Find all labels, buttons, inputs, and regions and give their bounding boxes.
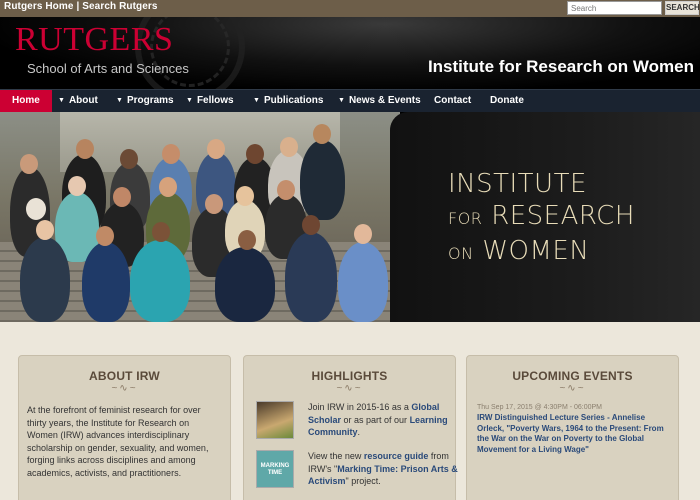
nav-programs[interactable]: ▼ Programs (116, 90, 174, 112)
utility-links: Rutgers Home | Search Rutgers (4, 1, 158, 12)
search-input[interactable] (567, 1, 662, 15)
events-box: UPCOMING EVENTS ~∿~ Thu Sep 17, 2015 @ 4… (466, 355, 679, 500)
nav-label: About (68, 95, 98, 106)
hero-line-2: for Research (448, 201, 635, 231)
highlights-heading: HIGHLIGHTS (311, 369, 388, 383)
nav-donate[interactable]: Donate (490, 90, 524, 112)
ornament-divider: ~∿~ (336, 383, 363, 394)
events-heading: UPCOMING EVENTS (512, 369, 633, 383)
resource-guide-link[interactable]: resource guide (364, 451, 429, 461)
nav-label: Donate (490, 95, 524, 106)
search-rutgers-link[interactable]: Search Rutgers (82, 1, 157, 12)
about-heading: ABOUT IRW (89, 369, 160, 383)
hero-banner: Institute for Research on Women (0, 112, 700, 322)
nav-publications[interactable]: ▼ Publications (253, 90, 323, 112)
nav-fellows[interactable]: ▼ Fellows (186, 90, 234, 112)
caret-down-icon: ▼ (338, 97, 345, 104)
dog (26, 198, 46, 220)
nav-about[interactable]: ▼ About (58, 90, 98, 112)
nav-label: Home (12, 95, 40, 106)
caret-down-icon: ▼ (116, 97, 123, 104)
institute-title[interactable]: Institute for Research on Women (428, 57, 694, 77)
nav-contact[interactable]: Contact (434, 90, 471, 112)
hero-line-1: Institute (448, 169, 587, 199)
about-box: ABOUT IRW ~∿~ At the forefront of femini… (18, 355, 231, 500)
group-photo (0, 112, 400, 322)
highlight-text: Join IRW in 2015-16 as a Global Scholar … (308, 402, 448, 437)
hero-title: Institute for Research on Women (448, 168, 678, 270)
hero-line-3: on Women (448, 236, 590, 266)
event-date: Thu Sep 17, 2015 @ 4:30PM - 06:00PM (477, 404, 603, 411)
thumbnail-label: MARKING TIME (260, 463, 290, 476)
ornament-divider: ~∿~ (111, 383, 138, 394)
search-button[interactable]: SEARCH (665, 1, 700, 15)
nav-home[interactable]: Home (0, 90, 52, 112)
utility-bar: Rutgers Home | Search Rutgers SEARCH (0, 0, 700, 17)
nav-label: News & Events (348, 95, 421, 106)
school-name[interactable]: School of Arts and Sciences (27, 61, 189, 76)
caret-down-icon: ▼ (186, 97, 193, 104)
caret-down-icon: ▼ (58, 97, 65, 104)
nav-label: Fellows (196, 95, 234, 106)
nav-label: Publications (263, 95, 324, 106)
event-title-link[interactable]: IRW Distinguished Lecture Series - Annel… (467, 411, 678, 455)
nav-label: Contact (434, 95, 472, 106)
about-text: At the forefront of feminist research fo… (27, 405, 209, 478)
ornament-divider: ~∿~ (559, 383, 586, 394)
utility-separator: | (76, 1, 80, 12)
main-nav: Home ▼ About ▼ Programs ▼ Fellows ▼ Publicat… (0, 89, 700, 112)
highlight-thumbnail[interactable] (256, 401, 294, 439)
marking-time-thumbnail[interactable]: MARKING TIME (256, 450, 294, 488)
highlight-text: View the new resource guide from IRW's "… (308, 451, 458, 486)
rutgers-home-link[interactable]: Rutgers Home (4, 1, 74, 12)
rutgers-logo[interactable]: RUTGERS (15, 23, 173, 57)
nav-news-events[interactable]: ▼ News & Events (338, 90, 421, 112)
site-header: RUTGERS School of Arts and Sciences Inst… (0, 17, 700, 89)
nav-label: Programs (126, 95, 174, 106)
caret-down-icon: ▼ (253, 97, 260, 104)
highlights-box: HIGHLIGHTS ~∿~ Join IRW in 2015-16 as a … (243, 355, 458, 500)
